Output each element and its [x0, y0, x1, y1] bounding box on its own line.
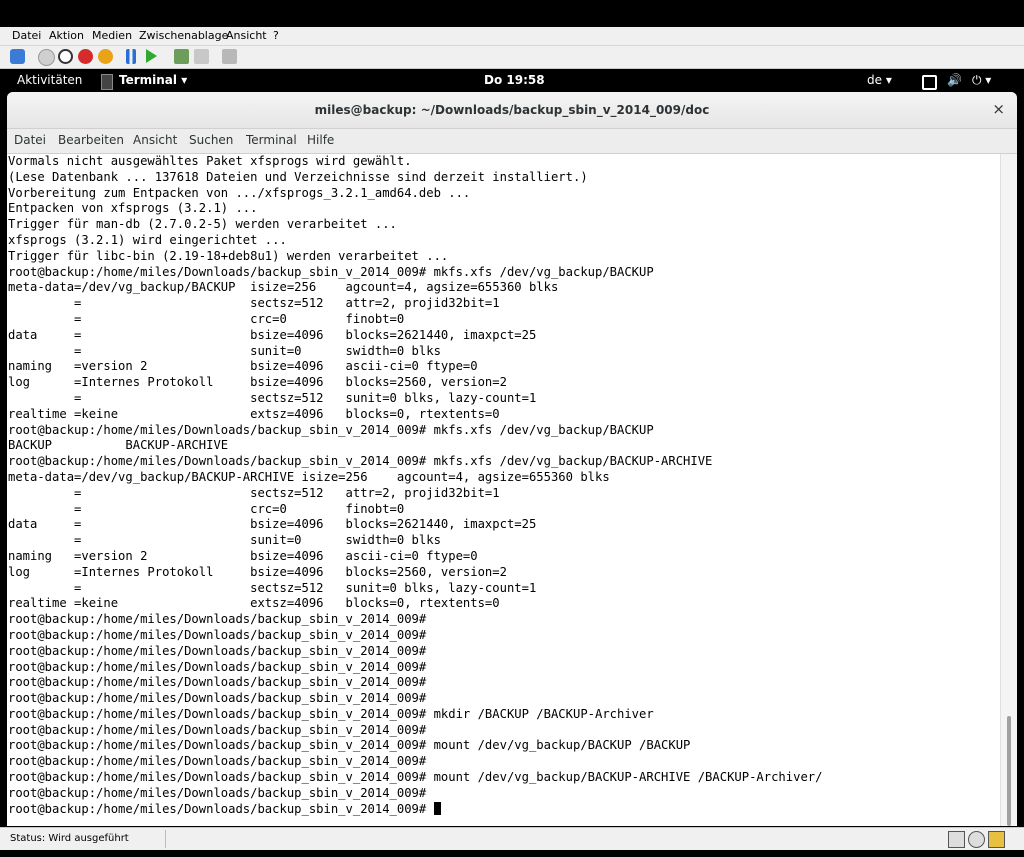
settings-icon[interactable] — [10, 49, 25, 64]
terminal-text: Vormals nicht ausgewähltes Paket xfsprog… — [7, 154, 1001, 817]
status-text: Status: Wird ausgeführt — [10, 833, 129, 844]
terminal-line: root@backup:/home/miles/Downloads/backup… — [8, 659, 427, 674]
stop-icon[interactable] — [58, 49, 73, 64]
terminal-line: realtime =keine extsz=4096 blocks=0, rte… — [8, 406, 500, 421]
host-status-bar: Status: Wird ausgeführt — [0, 827, 1024, 850]
host-menu-medien[interactable]: Medien — [92, 29, 132, 42]
activities-button[interactable]: Aktivitäten — [17, 73, 82, 87]
terminal-line: Vormals nicht ausgewähltes Paket xfsprog… — [8, 154, 412, 168]
terminal-line: root@backup:/home/miles/Downloads/backup… — [8, 643, 427, 658]
host-menu-zwischenablage[interactable]: Zwischenablage — [139, 29, 228, 42]
terminal-line: Trigger für man-db (2.7.0.2-5) werden ve… — [8, 217, 397, 232]
terminal-line: root@backup:/home/miles/Downloads/backup… — [8, 422, 654, 437]
play-icon[interactable] — [146, 49, 157, 63]
menu-bearbeiten[interactable]: Bearbeiten — [58, 133, 124, 147]
scrollbar[interactable] — [1000, 154, 1017, 826]
window-title: miles@backup: ~/Downloads/backup_sbin_v_… — [314, 103, 710, 117]
terminal-app-icon — [101, 74, 113, 90]
terminal-line: root@backup:/home/miles/Downloads/backup… — [8, 754, 427, 769]
terminal-line: root@backup:/home/miles/Downloads/backup… — [8, 612, 427, 627]
terminal-line: = sunit=0 swidth=0 blks — [8, 343, 441, 358]
terminal-line: root@backup:/home/miles/Downloads/backup… — [8, 801, 1001, 818]
terminal-line: Entpacken von xfsprogs (3.2.1) ... — [8, 201, 258, 216]
close-button[interactable]: × — [992, 100, 1005, 118]
host-menubar: Datei Aktion Medien Zwischenablage Ansic… — [0, 27, 1024, 46]
system-menu[interactable]: ⏻ ▾ — [972, 73, 991, 88]
terminal-line: root@backup:/home/miles/Downloads/backup… — [8, 722, 427, 737]
menu-suchen[interactable]: Suchen — [189, 133, 233, 147]
menu-hilfe[interactable]: Hilfe — [307, 133, 334, 147]
text-cursor — [433, 801, 441, 815]
menu-ansicht[interactable]: Ansicht — [133, 133, 177, 147]
menu-datei[interactable]: Datei — [14, 133, 46, 147]
screen-icon[interactable] — [922, 75, 937, 90]
host-menu-ansicht[interactable]: Ansicht — [226, 29, 267, 42]
terminal-line: root@backup:/home/miles/Downloads/backup… — [8, 785, 427, 800]
terminal-line: naming =version 2 bsize=4096 ascii-ci=0 … — [8, 548, 478, 563]
revert-icon[interactable] — [194, 49, 209, 64]
terminal-output[interactable]: Vormals nicht ausgewähltes Paket xfsprog… — [7, 154, 1001, 826]
reset-icon[interactable] — [78, 49, 93, 64]
terminal-line: root@backup:/home/miles/Downloads/backup… — [8, 770, 823, 785]
host-toolbar — [0, 46, 1024, 69]
hdd-icon[interactable] — [948, 831, 965, 848]
terminal-line: BACKUP BACKUP-ARCHIVE — [8, 438, 229, 453]
terminal-line: naming =version 2 bsize=4096 ascii-ci=0 … — [8, 359, 478, 374]
terminal-line: meta-data=/dev/vg_backup/BACKUP isize=25… — [8, 280, 559, 295]
terminal-window: miles@backup: ~/Downloads/backup_sbin_v_… — [7, 92, 1017, 826]
ctrl-alt-del-icon[interactable] — [222, 49, 237, 64]
power-icon[interactable] — [38, 49, 55, 66]
terminal-line: = sectsz=512 attr=2, projid32bit=1 — [8, 296, 500, 311]
host-menu-aktion[interactable]: Aktion — [49, 29, 84, 42]
terminal-line: root@backup:/home/miles/Downloads/backup… — [8, 738, 691, 753]
terminal-line: Trigger für libc-bin (2.19-18+deb8u1) we… — [8, 248, 449, 263]
window-titlebar[interactable]: miles@backup: ~/Downloads/backup_sbin_v_… — [7, 92, 1017, 129]
host-menu-datei[interactable]: Datei — [12, 29, 41, 42]
terminal-line: = sectsz=512 sunit=0 blks, lazy-count=1 — [8, 580, 537, 595]
volume-icon[interactable]: 🔊 — [947, 73, 962, 87]
terminal-line: = sectsz=512 attr=2, projid32bit=1 — [8, 485, 500, 500]
terminal-line: Vorbereitung zum Entpacken von .../xfspr… — [8, 185, 471, 200]
usb-icon[interactable] — [968, 831, 985, 848]
terminal-line: log =Internes Protokoll bsize=4096 block… — [8, 564, 507, 579]
terminal-line: root@backup:/home/miles/Downloads/backup… — [8, 706, 654, 721]
terminal-line: meta-data=/dev/vg_backup/BACKUP-ARCHIVE … — [8, 469, 610, 484]
lock-icon[interactable] — [988, 831, 1005, 848]
app-menu-terminal[interactable]: Terminal ▾ — [119, 73, 187, 87]
terminal-line: = crc=0 finobt=0 — [8, 311, 405, 326]
terminal-line: root@backup:/home/miles/Downloads/backup… — [8, 627, 427, 642]
terminal-line: xfsprogs (3.2.1) wird eingerichtet ... — [8, 232, 287, 247]
clock[interactable]: Do 19:58 — [484, 73, 545, 87]
terminal-line: = sunit=0 swidth=0 blks — [8, 533, 441, 548]
terminal-line: log =Internes Protokoll bsize=4096 block… — [8, 375, 507, 390]
terminal-line: (Lese Datenbank ... 137618 Dateien und V… — [8, 169, 588, 184]
terminal-menubar: Datei Bearbeiten Ansicht Suchen Terminal… — [7, 129, 1017, 154]
pause-icon[interactable] — [126, 49, 136, 64]
gnome-top-bar: Aktivitäten Terminal ▾ Do 19:58 de ▾ 🔊 ⏻… — [0, 69, 1024, 93]
terminal-line: = crc=0 finobt=0 — [8, 501, 405, 516]
terminal-line: root@backup:/home/miles/Downloads/backup… — [8, 264, 654, 279]
shutdown-icon[interactable] — [98, 49, 113, 64]
terminal-line: data = bsize=4096 blocks=2621440, imaxpc… — [8, 327, 537, 342]
terminal-line: realtime =keine extsz=4096 blocks=0, rte… — [8, 596, 500, 611]
terminal-line: = sectsz=512 sunit=0 blks, lazy-count=1 — [8, 390, 537, 405]
menu-terminal[interactable]: Terminal — [246, 133, 297, 147]
snapshot-icon[interactable] — [174, 49, 189, 64]
host-menu-help[interactable]: ? — [273, 29, 279, 42]
terminal-line: root@backup:/home/miles/Downloads/backup… — [8, 454, 713, 469]
keyboard-layout[interactable]: de ▾ — [867, 73, 892, 87]
terminal-line: data = bsize=4096 blocks=2621440, imaxpc… — [8, 517, 537, 532]
scrollbar-thumb[interactable] — [1007, 716, 1011, 826]
terminal-line: root@backup:/home/miles/Downloads/backup… — [8, 675, 427, 690]
terminal-line: root@backup:/home/miles/Downloads/backup… — [8, 691, 427, 706]
